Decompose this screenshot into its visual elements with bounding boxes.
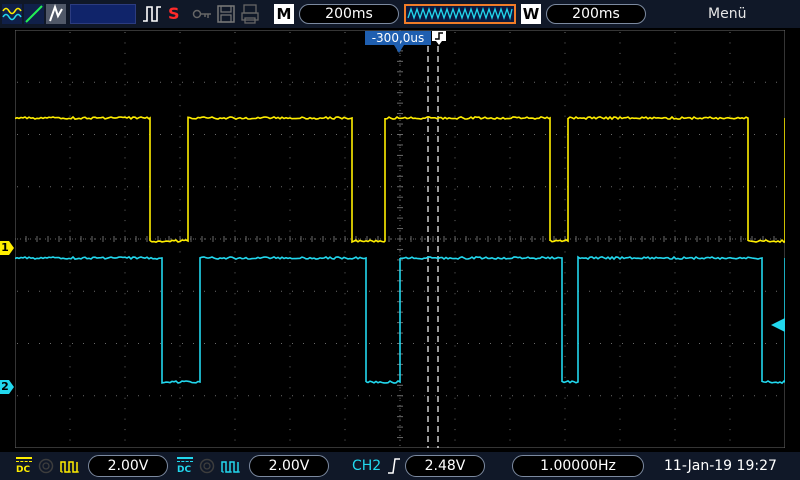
graticule (15, 30, 785, 448)
bottom-status-bar: DC 2.00V DC 2.00V CH2 2.48V 1.00000Hz 11… (0, 452, 800, 480)
ch2-scale[interactable]: 2.00V (249, 455, 329, 477)
trigger-marker-icon (432, 31, 446, 45)
ch1-scale[interactable]: 2.00V (88, 455, 168, 477)
run-stop-icon[interactable] (2, 4, 22, 24)
persistence-icon[interactable] (46, 4, 66, 24)
ch2-marker-label: 2 (1, 380, 9, 393)
trigger-position-label[interactable]: -300,0us (365, 31, 431, 45)
trigger-level-marker-icon[interactable] (771, 318, 785, 332)
trigger-type-icon[interactable] (24, 4, 44, 24)
key-icon (192, 9, 211, 19)
waveform-window-icon[interactable] (404, 4, 516, 24)
window-timebase-label: W (521, 4, 541, 24)
ch1-probe-icon (60, 461, 79, 473)
ch1-coupling-label: DC (16, 465, 31, 475)
window-timebase-value[interactable]: 200ms (546, 4, 646, 24)
trigger-position-arrow-icon (394, 45, 404, 53)
ch2-ground-marker[interactable]: 2 (0, 380, 14, 394)
ch2-waveform (15, 255, 785, 385)
ch2-coupling-label: DC (177, 465, 192, 475)
trigger-level[interactable]: 2.48V (405, 455, 485, 477)
blank-slot-icon (70, 4, 136, 24)
top-toolbar: S M 200ms W 200ms Menü (0, 0, 800, 28)
pulse-icon (143, 6, 161, 22)
ch2-bw-limit-icon (199, 458, 215, 474)
main-timebase-value[interactable]: 200ms (299, 4, 399, 24)
rising-edge-icon (388, 458, 400, 474)
print-icon[interactable] (240, 4, 260, 24)
menu-button[interactable]: Menü (708, 6, 746, 22)
ch1-bw-limit-icon (38, 458, 54, 474)
main-timebase-label: M (274, 4, 294, 24)
frequency-counter: 1.00000Hz (512, 455, 644, 477)
ch1-marker-label: 1 (1, 241, 9, 254)
ch1-coupling[interactable]: DC (14, 455, 34, 477)
ch1-ground-marker[interactable]: 1 (0, 241, 14, 255)
save-icon[interactable] (216, 4, 236, 24)
single-shot-icon[interactable]: S (168, 4, 186, 24)
waveform-display (15, 30, 785, 448)
date-time: 11-Jan-19 19:27 (664, 458, 777, 474)
trigger-source[interactable]: CH2 (352, 458, 381, 474)
ch2-probe-icon (221, 461, 240, 473)
ch2-coupling[interactable]: DC (175, 455, 195, 477)
